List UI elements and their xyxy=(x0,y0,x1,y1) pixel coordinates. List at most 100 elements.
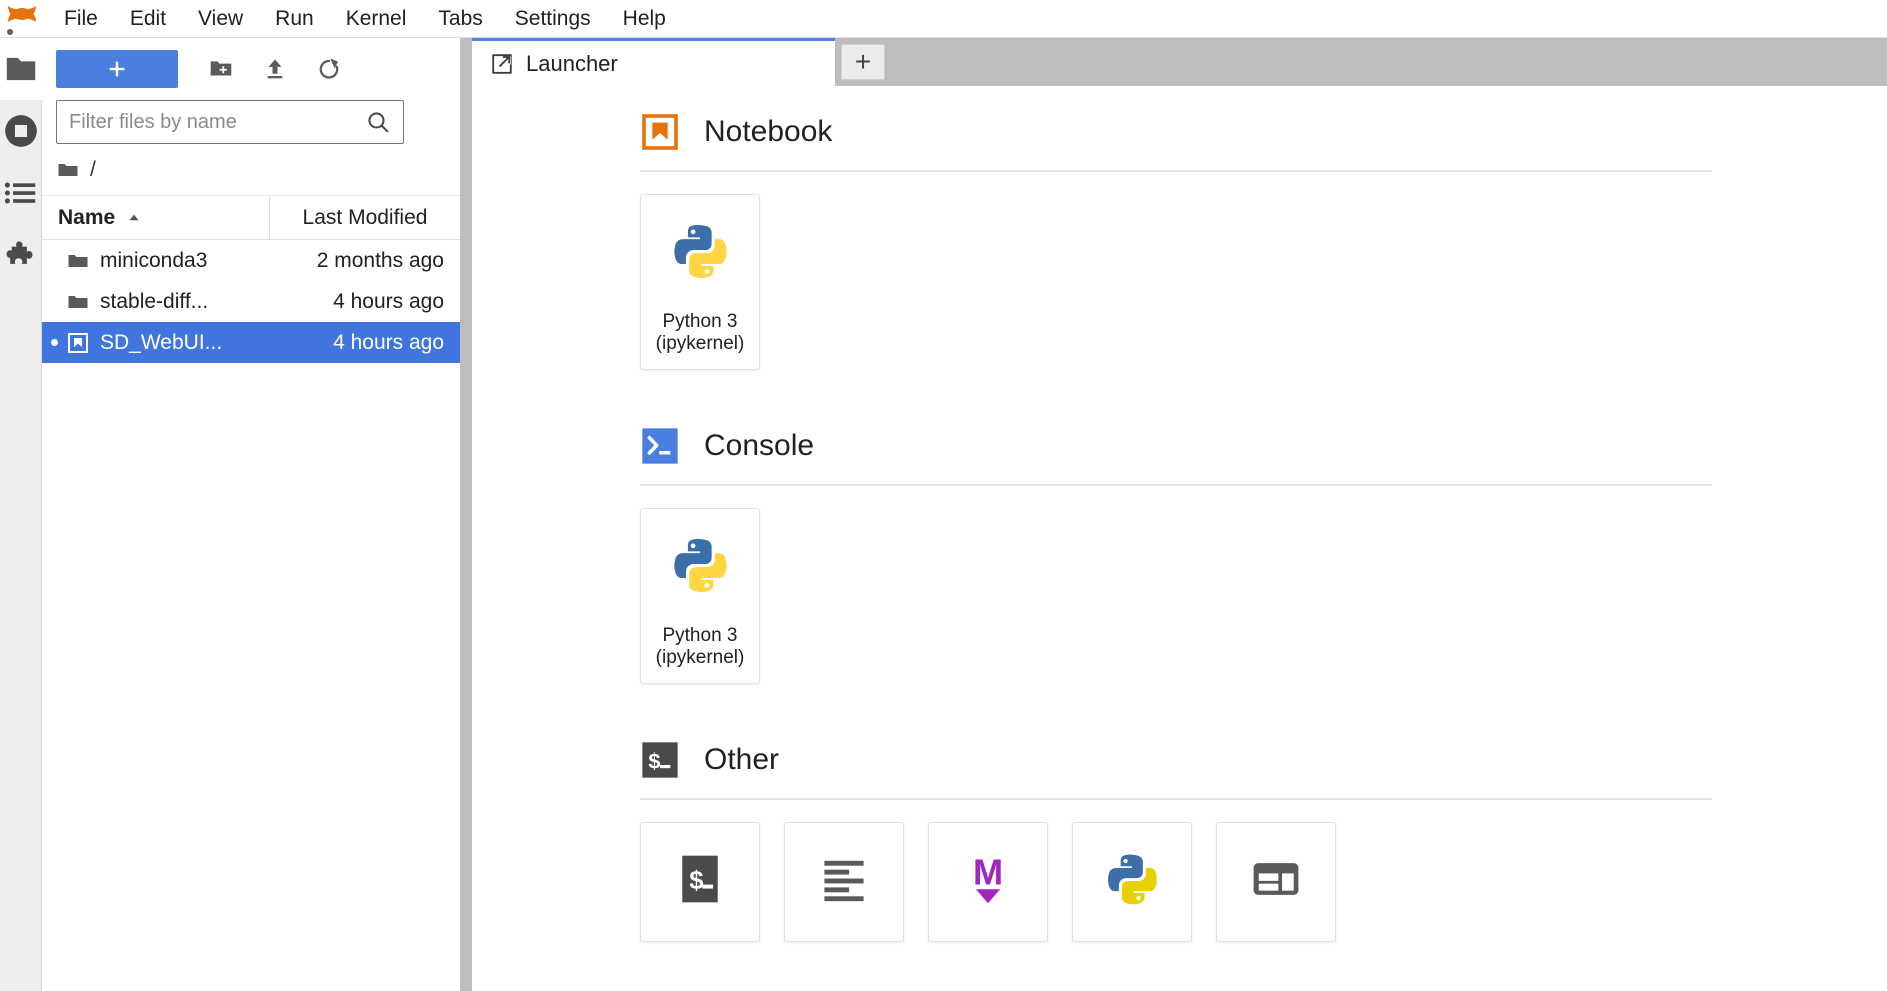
list-item[interactable]: miniconda3 2 months ago xyxy=(42,240,460,281)
file-modified: 4 hours ago xyxy=(333,289,444,313)
launcher-section-notebook: Notebook Python 3 (ipykernel) xyxy=(472,86,1887,370)
launcher-card-python-file[interactable] xyxy=(1072,822,1192,942)
sidebar-item-running-sessions[interactable] xyxy=(0,100,42,162)
row-icon xyxy=(66,290,100,314)
list-icon xyxy=(4,182,35,204)
launcher-card-terminal[interactable]: $ xyxy=(640,822,760,942)
menu-item-kernel[interactable]: Kernel xyxy=(330,2,423,36)
card-icon xyxy=(669,523,731,607)
plus-icon xyxy=(109,61,125,77)
launcher-card-contextual-help[interactable] xyxy=(1216,822,1336,942)
sidebar-item-file-browser[interactable] xyxy=(0,38,42,100)
section-divider xyxy=(640,798,1712,800)
console-icon xyxy=(642,428,678,464)
new-tab-button[interactable]: + xyxy=(841,44,885,80)
search-input[interactable] xyxy=(69,110,365,134)
breadcrumb-root[interactable]: / xyxy=(90,158,96,182)
sidebar-item-extension-manager[interactable] xyxy=(0,224,42,286)
launcher-icon xyxy=(492,53,512,74)
folder-icon[interactable] xyxy=(56,158,80,182)
file-browser-toolbar xyxy=(42,38,460,100)
notebook-icon xyxy=(642,114,678,150)
menu-item-run[interactable]: Run xyxy=(259,2,330,36)
file-filter-box[interactable] xyxy=(56,100,404,144)
section-header: Console xyxy=(640,400,1887,466)
menu-item-file[interactable]: File xyxy=(48,2,114,36)
list-item[interactable]: stable-diff... 4 hours ago xyxy=(42,281,460,322)
terminal-icon: $ xyxy=(682,855,718,903)
section-divider xyxy=(640,484,1712,486)
file-list-header: Name Last Modified xyxy=(42,196,460,240)
section-title: Other xyxy=(704,743,780,776)
list-item[interactable]: SD_WebUI... 4 hours ago xyxy=(42,322,460,363)
running-kernel-indicator xyxy=(42,339,66,346)
card-label: Python 3 (ipykernel) xyxy=(652,311,749,355)
row-icon xyxy=(66,249,100,273)
card-icon: M xyxy=(960,837,1016,921)
file-name: SD_WebUI... xyxy=(100,330,223,354)
column-header-last-modified[interactable]: Last Modified xyxy=(270,196,460,239)
puzzle-icon xyxy=(6,241,32,264)
sort-ascending-icon xyxy=(129,214,139,220)
sidebar-splitter[interactable] xyxy=(460,38,472,991)
column-header-name[interactable]: Name xyxy=(42,196,270,239)
running-dot-icon xyxy=(50,339,58,346)
menu-item-settings[interactable]: Settings xyxy=(499,2,607,36)
section-header: Notebook xyxy=(640,86,1887,152)
menu-item-view[interactable]: View xyxy=(182,2,259,36)
python-logo-icon xyxy=(674,538,727,593)
menu-bar: File Edit View Run Kernel Tabs Settings … xyxy=(0,0,1887,38)
section-header: $ Other xyxy=(640,714,1887,780)
launcher-card-markdown-file[interactable]: M xyxy=(928,822,1048,942)
launcher-card-python3-notebook[interactable]: Python 3 (ipykernel) xyxy=(640,194,760,370)
file-browser-panel: / Name Last Modified minico xyxy=(42,38,460,991)
file-modified: 2 months ago xyxy=(316,248,444,272)
svg-text:M: M xyxy=(973,852,1003,893)
section-divider xyxy=(640,170,1712,172)
python-logo-icon xyxy=(1108,854,1157,905)
markdown-icon: M xyxy=(973,852,1003,904)
folder-icon xyxy=(68,254,88,267)
svg-text:$: $ xyxy=(689,867,703,895)
terminal-icon: $ xyxy=(642,742,678,778)
new-launcher-button[interactable] xyxy=(56,50,178,88)
running-stop-icon xyxy=(4,115,37,147)
tab-bar: Launcher + xyxy=(472,38,1887,86)
card-label-line2: (ipykernel) xyxy=(655,647,745,669)
card-label-line1: Python 3 xyxy=(662,311,738,333)
folder-icon xyxy=(6,57,35,81)
section-title: Console xyxy=(704,429,815,462)
tab-launcher[interactable]: Launcher xyxy=(472,38,835,86)
menu-item-tabs[interactable]: Tabs xyxy=(422,2,498,36)
file-name: stable-diff... xyxy=(100,289,209,313)
card-icon: $ xyxy=(672,837,728,921)
refresh-file-list-button[interactable] xyxy=(302,49,356,89)
tab-label: Launcher xyxy=(526,50,618,76)
menu-item-help[interactable]: Help xyxy=(607,2,682,36)
jupyter-logo-icon xyxy=(0,0,44,38)
sidebar-item-table-of-contents[interactable] xyxy=(0,162,42,224)
launcher-section-other: $ Other $ M xyxy=(472,714,1887,942)
card-icon xyxy=(1248,837,1304,921)
python-logo-icon xyxy=(674,224,727,279)
launcher-card-text-file[interactable] xyxy=(784,822,904,942)
file-name: miniconda3 xyxy=(100,248,208,272)
card-row: Python 3 (ipykernel) xyxy=(640,194,1887,370)
search-icon[interactable] xyxy=(365,109,391,135)
launcher-section-console: Console Python 3 (ipykernel) xyxy=(472,400,1887,684)
column-header-last-modified-label: Last Modified xyxy=(302,205,428,229)
upload-files-button[interactable] xyxy=(248,49,302,89)
jupyterlab-window: File Edit View Run Kernel Tabs Settings … xyxy=(0,0,1887,991)
card-label-line1: Python 3 xyxy=(662,625,738,647)
activity-bar xyxy=(0,38,42,991)
contextual-help-icon xyxy=(1253,863,1299,895)
folder-icon xyxy=(68,295,88,308)
launcher-card-python3-console[interactable]: Python 3 (ipykernel) xyxy=(640,508,760,684)
svg-text:$: $ xyxy=(648,748,660,773)
new-folder-button[interactable] xyxy=(194,49,248,89)
row-icon xyxy=(66,331,100,355)
text-file-icon xyxy=(824,860,864,902)
card-row: Python 3 (ipykernel) xyxy=(640,508,1887,684)
file-list: miniconda3 2 months ago stable-diff... 4… xyxy=(42,240,460,991)
menu-item-edit[interactable]: Edit xyxy=(114,2,182,36)
